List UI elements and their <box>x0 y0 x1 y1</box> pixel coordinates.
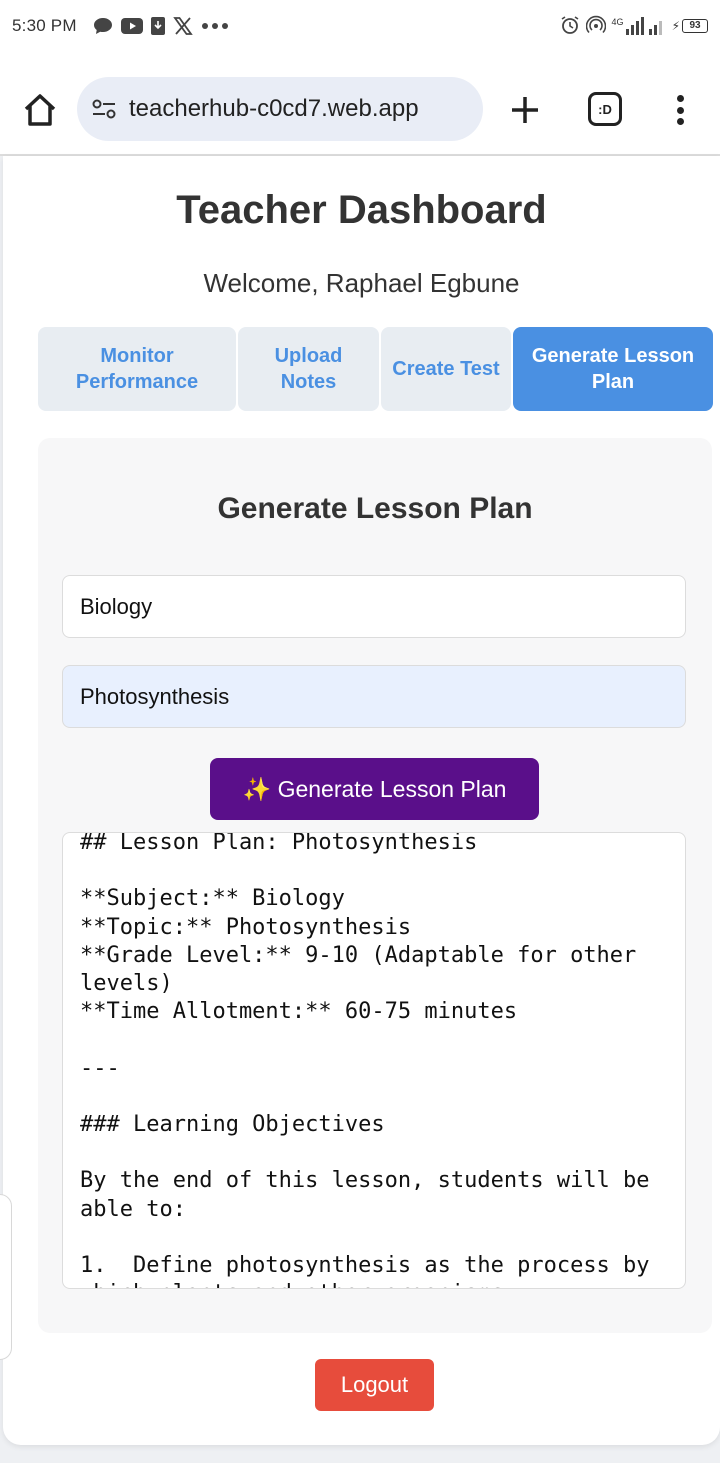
page-background: Teacher Dashboard Welcome, Raphael Egbun… <box>0 156 720 1463</box>
generate-lesson-plan-button[interactable]: ✨ Generate Lesson Plan <box>210 758 539 820</box>
menu-icon[interactable] <box>668 92 692 128</box>
address-bar[interactable]: teacherhub-c0cd7.web.app <box>77 77 483 141</box>
more-dots-icon <box>201 22 229 30</box>
site-settings-icon[interactable] <box>89 94 119 124</box>
hotspot-icon <box>585 15 606 38</box>
youtube-icon <box>120 18 143 34</box>
topic-value: Photosynthesis <box>80 683 230 709</box>
tab-create-test[interactable]: Create Test <box>381 327 511 411</box>
tab-label: Create Test <box>392 358 500 380</box>
home-icon[interactable] <box>22 92 58 128</box>
welcome-text: Welcome, Raphael Egbune <box>203 268 520 298</box>
status-time: 5:30 PM <box>12 16 77 35</box>
signal-icon: 4G <box>612 17 666 35</box>
tab-monitor-performance[interactable]: Monitor Performance <box>38 327 236 411</box>
logout-label: Logout <box>340 1372 409 1397</box>
side-panel-handle[interactable] <box>0 1194 12 1360</box>
tabs-icon[interactable]: :D <box>588 92 622 126</box>
download-icon <box>150 17 165 35</box>
system-status: 4G ⚡ 93 <box>560 15 708 38</box>
notification-icons <box>93 17 229 35</box>
panel-title: Generate Lesson Plan <box>217 492 533 525</box>
tab-label: Upload Notes <box>274 345 343 393</box>
chat-icon <box>93 17 113 35</box>
lesson-plan-text: ## Lesson Plan: Photosynthesis **Subject… <box>80 832 650 1288</box>
tabs-count: :D <box>598 101 612 117</box>
generate-button-label: ✨ Generate Lesson Plan <box>242 775 507 802</box>
x-icon <box>172 17 193 35</box>
url-text[interactable]: teacherhub-c0cd7.web.app <box>129 95 419 123</box>
plus-icon[interactable] <box>505 90 545 130</box>
dashboard-tabs: Monitor Performance Upload Notes Create … <box>38 327 713 411</box>
status-bar: 5:30 PM 4G ⚡ 93 <box>0 0 720 52</box>
logout-button[interactable]: Logout <box>315 1359 434 1411</box>
tab-label: Monitor Performance <box>75 345 199 393</box>
lesson-plan-output[interactable]: ## Lesson Plan: Photosynthesis **Subject… <box>62 832 686 1289</box>
network-type: 4G <box>611 17 624 27</box>
page-title: Teacher Dashboard <box>176 188 547 232</box>
lesson-plan-panel: Generate Lesson Plan Biology Photosynthe… <box>38 438 712 1333</box>
subject-value: Biology <box>80 593 153 619</box>
browser-toolbar: teacherhub-c0cd7.web.app :D <box>0 72 720 148</box>
tab-upload-notes[interactable]: Upload Notes <box>238 327 379 411</box>
topic-input[interactable]: Photosynthesis <box>62 665 686 728</box>
alarm-icon <box>560 15 580 38</box>
battery-level: 93 <box>682 19 708 33</box>
tab-label: Generate Lesson Plan <box>531 345 695 393</box>
battery-icon: ⚡ 93 <box>672 19 708 33</box>
tab-generate-lesson-plan[interactable]: Generate Lesson Plan <box>513 327 713 411</box>
subject-input[interactable]: Biology <box>62 575 686 638</box>
dashboard-card: Teacher Dashboard Welcome, Raphael Egbun… <box>3 156 720 1445</box>
